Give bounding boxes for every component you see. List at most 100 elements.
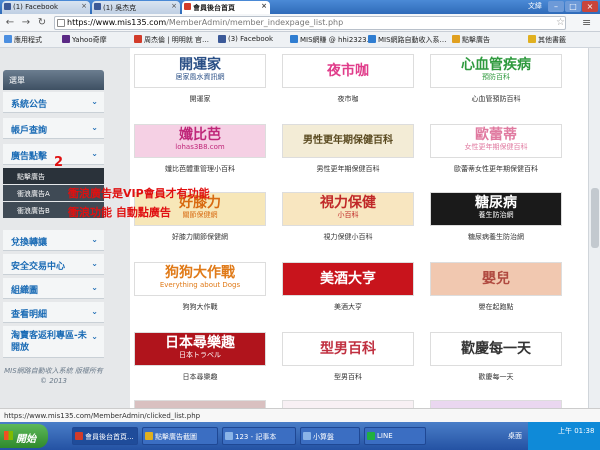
sidebar-item-org-chart[interactable]: 組織圖 ⌄ [3,278,104,299]
tab-facebook[interactable]: (1) Facebook × [2,1,90,14]
ad-card[interactable]: 美酒大亨 美酒大亨 [282,262,414,312]
sidebar-item-secure-trade[interactable]: 安全交易中心 ⌄ [3,254,104,275]
scrollbar-thumb[interactable] [591,188,599,248]
desktop-label[interactable]: 桌面 [508,431,522,441]
ad-card[interactable]: 看見花世界 [430,400,562,408]
ad-caption[interactable]: 糖尿病養生防治網 [430,232,562,242]
start-label: 開始 [16,434,36,445]
ad-banner[interactable]: 男性更年期保健百科 [282,124,414,158]
ad-banner[interactable]: 孅比芭 lohas3B8.com [134,124,266,158]
ad-banner[interactable]: 糖尿病 養生防治網 [430,192,562,226]
sidebar: 選單 系統公告 ⌄ 帳戶查詢 ⌄ 廣告點擊 ⌄ 點擊廣告 衝浪廣告A 衝浪廣告B… [0,48,130,408]
taskbar-item[interactable]: 小算盤 [300,427,360,445]
ad-banner[interactable]: 開運家 居家風水資訊網 [134,54,266,88]
ad-caption[interactable]: 狗狗大作戰 [134,302,266,312]
ad-card[interactable]: 男性更年期保健百科 男性更年期保健百科 [282,124,414,174]
ad-card[interactable]: 糖尿病 養生防治網 糖尿病養生防治網 [430,192,562,242]
forward-icon[interactable]: → [20,17,32,29]
ad-caption[interactable]: 孅比芭體重管理小百科 [134,164,266,174]
close-tab-icon[interactable]: × [171,2,177,10]
bookmark-item[interactable]: Yahoo奇摩 [62,35,107,45]
ad-card[interactable]: 孅比芭 lohas3B8.com 孅比芭體重管理小百科 [134,124,266,174]
ad-card[interactable]: 開運家 居家風水資訊網開運家 [134,54,266,104]
ad-card[interactable]: 日本尋樂趣 日本トラベル日本尋樂趣 [134,332,266,382]
sidebar-subitem-click-ads[interactable]: 點擊廣告 [3,168,104,184]
tab-member-home[interactable]: 會員後台首頁 × [182,1,270,14]
sidebar-item-taobao-rebate[interactable]: 淘寶客返利專區-未開放 ⌄ [3,326,104,358]
taskbar-item[interactable]: 點擊廣告截圖 [142,427,218,445]
ad-card[interactable]: 夜市咖 夜市咖 [282,54,414,104]
ad-card[interactable]: 狗狗大作戰 Everything about Dogs 狗狗大作戰 [134,262,266,312]
maximize-button[interactable]: □ [565,1,581,12]
bookmark-item[interactable]: MIS網路自動收入系… [368,35,447,45]
ad-banner[interactable]: 美酒大亨 [282,262,414,296]
ad-banner[interactable]: 夜市咖 [282,54,414,88]
ad-caption[interactable]: 好膝力關節保健網 [134,232,266,242]
vertical-scrollbar[interactable] [588,48,600,408]
reload-icon[interactable]: ↻ [36,17,48,29]
ad-card[interactable]: 媽咪好孕事 [282,400,414,408]
ad-caption[interactable]: 歡慶每一天 [430,372,562,382]
back-icon[interactable]: ← [4,17,16,29]
sidebar-item-account[interactable]: 帳戶查詢 ⌄ [3,118,104,139]
menu-icon[interactable]: ≡ [582,16,591,29]
clock[interactable]: 上午 01:38 [558,427,594,435]
minimize-button[interactable]: – [548,1,564,12]
bookmark-item[interactable]: 點擊廣告 [452,35,490,45]
ad-banner[interactable]: 歐蕾蒂 女性更年期保健百科 [430,124,562,158]
ad-banner[interactable]: 狗狗大作戰 Everything about Dogs [134,262,266,296]
taskbar-item[interactable]: 會員後台首頁... [72,427,138,445]
chevron-down-icon: ⌄ [91,149,98,158]
ad-caption[interactable]: 歐蕾蒂女性更年期保健百科 [430,164,562,174]
sidebar-item-announcements[interactable]: 系統公告 ⌄ [3,92,104,113]
ad-caption[interactable]: 心血管預防百科 [430,94,562,104]
ad-card[interactable]: 歡慶每一天 歡慶每一天 [430,332,562,382]
ad-caption[interactable]: 美酒大亨 [282,302,414,312]
close-tab-icon[interactable]: × [261,2,267,10]
ad-caption[interactable]: 嬰在起跑點 [430,302,562,312]
app-icon [225,432,233,440]
bookmark-star-icon[interactable]: ☆ [556,17,565,28]
sidebar-item-details[interactable]: 查看明細 ⌄ [3,302,104,323]
ad-banner[interactable]: 嬰兒 [430,262,562,296]
ad-card[interactable]: 水水 愛美麗 [134,400,266,408]
other-bookmarks[interactable]: 其他書籤 [528,35,566,45]
chevron-down-icon: ⌄ [91,235,98,244]
bookmark-item[interactable]: 應用程式 [4,35,42,45]
taskbar-item-label: 會員後台首頁... [85,433,134,441]
ad-banner[interactable]: 視力保健 小百科 [282,192,414,226]
bookmark-item[interactable]: MIS網賺 @ hhi2323… [290,35,374,45]
close-window-button[interactable]: × [582,1,598,12]
ad-card[interactable]: 歐蕾蒂 女性更年期保健百科 歐蕾蒂女性更年期保健百科 [430,124,562,174]
ad-card[interactable]: 型男百科 型男百科 [282,332,414,382]
taskbar-item[interactable]: LINE [364,427,426,445]
bookmark-item[interactable]: (3) Facebook [218,35,273,43]
close-tab-icon[interactable]: × [81,2,87,10]
start-button[interactable]: 開始 [0,424,48,448]
ad-banner[interactable]: 心血管疾病 預防百科 [430,54,562,88]
ad-banner[interactable]: 媽咪好孕事 [282,400,414,408]
browser-title-bar: (1) Facebook × (1) 吳杰克 × 會員後台首頁 × 文緯 – □… [0,0,600,14]
taskbar: 開始 桌面 上午 01:38 會員後台首頁... 點擊廣告截圖 123 - 記事本 小… [0,422,600,450]
chevron-down-icon: ⌄ [91,97,98,106]
ad-card[interactable]: 心血管疾病 預防百科心血管預防百科 [430,54,562,104]
tab-profile[interactable]: (1) 吳杰克 × [92,1,180,14]
ad-banner[interactable]: 型男百科 [282,332,414,366]
bookmark-item[interactable]: 周杰倫 | 明明就 官… [134,35,209,45]
url-field[interactable]: https://www.mis135.com/MemberAdmin/membe… [54,16,566,30]
ad-banner[interactable]: 看見花世界 [430,400,562,408]
ad-caption[interactable]: 型男百科 [282,372,414,382]
ad-card[interactable]: 嬰兒 嬰在起跑點 [430,262,562,312]
ad-caption[interactable]: 開運家 [134,94,266,104]
ad-banner[interactable]: 水水 愛美麗 [134,400,266,408]
ad-card[interactable]: 視力保健 小百科 視力保健小百科 [282,192,414,242]
ad-caption[interactable]: 日本尋樂趣 [134,372,266,382]
profile-name[interactable]: 文緯 [528,1,542,11]
ad-caption[interactable]: 視力保健小百科 [282,232,414,242]
ad-banner[interactable]: 日本尋樂趣 日本トラベル [134,332,266,366]
ad-caption[interactable]: 夜市咖 [282,94,414,104]
sidebar-item-exchange[interactable]: 兌換轉讓 ⌄ [3,230,104,251]
ad-caption[interactable]: 男性更年期保健百科 [282,164,414,174]
taskbar-item[interactable]: 123 - 記事本 [222,427,296,445]
ad-banner[interactable]: 歡慶每一天 [430,332,562,366]
